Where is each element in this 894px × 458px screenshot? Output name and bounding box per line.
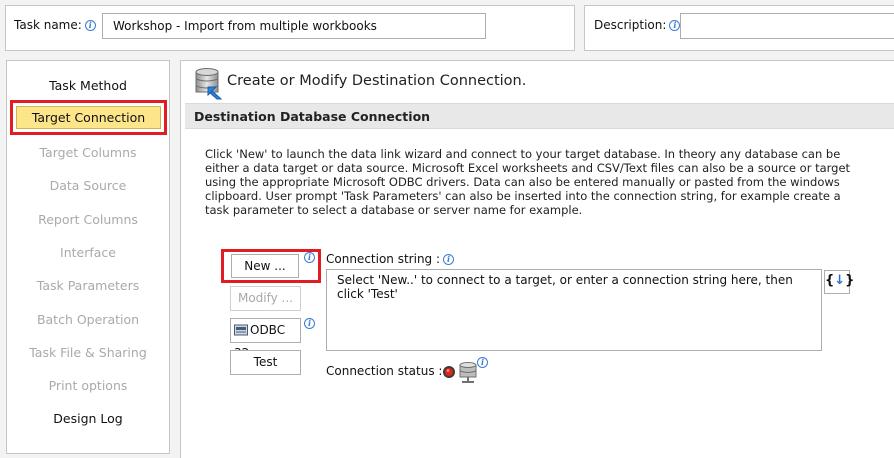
sidebar-item-target-columns[interactable]: Target Columns bbox=[7, 145, 169, 160]
description-label: Description: bbox=[594, 18, 667, 32]
connection-status-label: Connection status : bbox=[326, 364, 443, 378]
info-icon[interactable]: i bbox=[669, 20, 681, 31]
info-icon[interactable]: i bbox=[304, 252, 315, 263]
database-status-icon bbox=[458, 362, 478, 387]
description-panel: Description: i bbox=[584, 5, 894, 51]
info-icon[interactable]: i bbox=[84, 20, 96, 31]
sidebar-item-design-log[interactable]: Design Log bbox=[7, 411, 169, 426]
section-header: Destination Database Connection bbox=[185, 103, 894, 129]
description-label-group: Description: i bbox=[594, 18, 681, 32]
test-button[interactable]: Test bbox=[230, 350, 301, 375]
odbc-icon bbox=[234, 321, 248, 336]
active-item-highlight: Target Connection bbox=[10, 100, 167, 135]
info-icon[interactable]: i bbox=[304, 318, 315, 329]
status-red-light-icon bbox=[442, 365, 456, 382]
section-title: Destination Database Connection bbox=[194, 109, 431, 124]
description-input[interactable] bbox=[680, 13, 894, 39]
sidebar-item-interface[interactable]: Interface bbox=[7, 245, 169, 260]
task-name-panel: Task name: i bbox=[5, 5, 575, 51]
sidebar-item-print-options[interactable]: Print options bbox=[7, 378, 169, 393]
task-name-label-group: Task name: i bbox=[14, 18, 96, 32]
sidebar-item-task-file-sharing[interactable]: Task File & Sharing bbox=[7, 345, 169, 360]
sidebar-item-task-method[interactable]: Task Method bbox=[7, 78, 169, 93]
new-button[interactable]: New ... bbox=[231, 254, 299, 278]
modify-button[interactable]: Modify ... bbox=[230, 286, 301, 311]
help-description: Click 'New' to launch the data link wiza… bbox=[205, 147, 851, 217]
task-name-input[interactable] bbox=[102, 13, 486, 39]
database-icon bbox=[195, 68, 223, 103]
task-name-label: Task name: bbox=[14, 18, 82, 32]
page-title: Create or Modify Destination Connection. bbox=[227, 73, 527, 89]
sidebar-item-task-parameters[interactable]: Task Parameters bbox=[7, 278, 169, 293]
sidebar-item-data-source[interactable]: Data Source bbox=[7, 178, 169, 193]
sidebar-item-target-connection[interactable]: Target Connection bbox=[16, 106, 161, 129]
info-icon[interactable]: i bbox=[477, 357, 488, 368]
connection-string-label-group: Connection string :i bbox=[326, 252, 455, 266]
info-icon[interactable]: i bbox=[443, 254, 455, 265]
odbc32-button[interactable]: ODBC 32 bbox=[230, 318, 301, 360]
connection-string-label: Connection string : bbox=[326, 252, 441, 266]
sidebar-item-report-columns[interactable]: Report Columns bbox=[7, 212, 169, 227]
sidebar-nav: Task Method Target Connection Target Col… bbox=[6, 60, 170, 454]
connection-string-input[interactable]: Select 'New..' to connect to a target, o… bbox=[326, 269, 822, 351]
main-panel: Create or Modify Destination Connection.… bbox=[180, 60, 894, 458]
sidebar-item-batch-operation[interactable]: Batch Operation bbox=[7, 312, 169, 327]
insert-parameter-button[interactable]: {↓} bbox=[824, 270, 854, 294]
